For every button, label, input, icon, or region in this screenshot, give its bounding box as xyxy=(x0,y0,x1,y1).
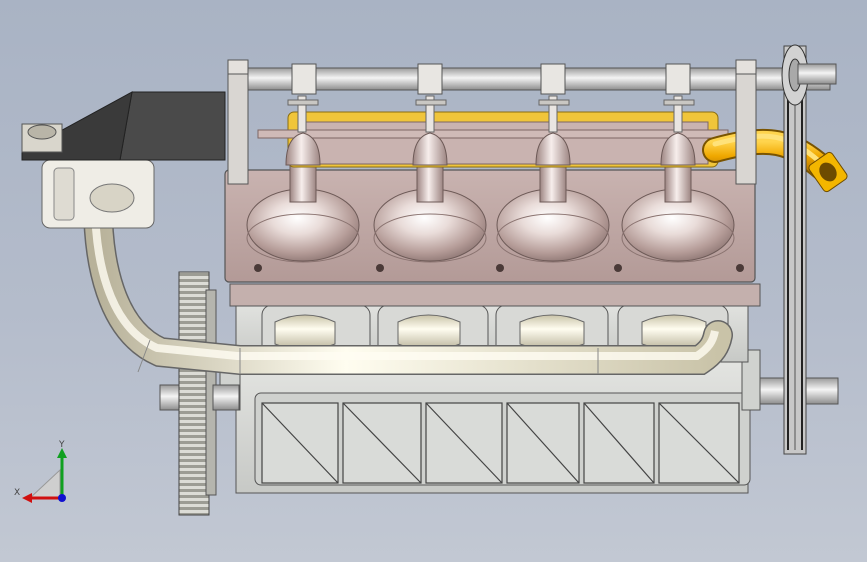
triad-y-label: Y xyxy=(59,440,65,450)
triad-x-label: X xyxy=(14,488,21,498)
engine-model[interactable] xyxy=(0,0,867,562)
pulley-belt[interactable] xyxy=(759,44,839,455)
triad-arrows-icon xyxy=(22,448,67,503)
crankcase-ribs xyxy=(261,402,740,484)
triad-z-axis xyxy=(58,494,66,502)
air-filter[interactable] xyxy=(21,91,226,229)
flywheel-gear[interactable] xyxy=(159,271,240,516)
cylinder-head[interactable] xyxy=(224,161,761,307)
valve-cover[interactable] xyxy=(257,111,729,168)
view-triad: Y X xyxy=(12,440,82,510)
cad-viewport[interactable]: Y X xyxy=(0,0,867,562)
